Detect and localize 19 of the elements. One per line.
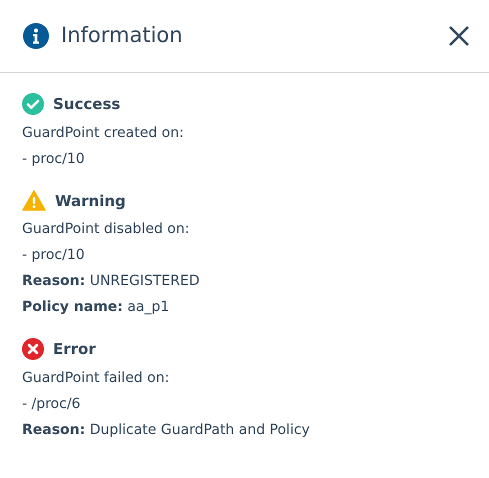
section-heading: Error [53,339,96,360]
message-line: Reason: UNREGISTERED [22,272,201,291]
message-line: GuardPoint disabled on: [22,220,190,239]
message-line: Policy name: aa_p1 [22,298,170,317]
message-line: - proc/10 [22,150,86,168]
close-button[interactable] [447,24,471,48]
section-heading: Warning [55,190,126,212]
warning-icon [22,190,46,212]
close-icon [447,24,471,48]
message-line: GuardPoint failed on: [22,368,170,388]
message-line: Reason: Duplicate GuardPath and Policy [22,420,311,440]
message-line: - /proc/6 [22,394,82,414]
dialog-title: Information [61,22,183,50]
check-circle-icon [22,93,44,116]
info-icon [23,23,49,49]
message-line: GuardPoint created on: [22,124,185,142]
message-line: - proc/10 [22,246,86,265]
section-heading: Success [53,94,120,115]
error-icon [22,338,44,360]
